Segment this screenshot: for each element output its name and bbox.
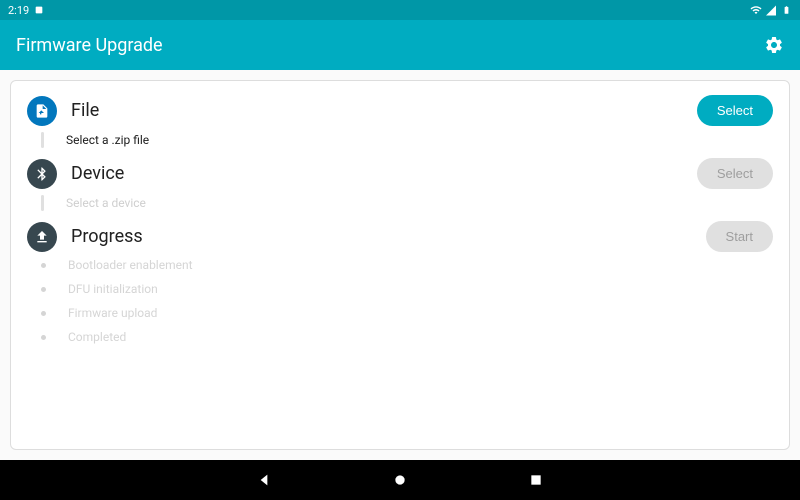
- back-button[interactable]: [256, 472, 272, 488]
- main-card: File Select Select a .zip file Device Se…: [10, 80, 790, 450]
- file-section: File Select Select a .zip file: [27, 95, 773, 148]
- app-bar: Firmware Upgrade: [0, 20, 800, 70]
- upload-icon: [27, 222, 57, 252]
- step-dot-icon: [41, 287, 46, 292]
- progress-title: Progress: [71, 226, 143, 247]
- step-dot-icon: [41, 335, 46, 340]
- status-time: 2:19: [8, 4, 29, 17]
- device-indicator-bar: [41, 195, 44, 211]
- progress-section: Progress Start Bootloader enablement DFU…: [27, 221, 773, 344]
- app-title: Firmware Upgrade: [16, 35, 163, 56]
- step-label: Bootloader enablement: [68, 258, 193, 272]
- step-label: Firmware upload: [68, 306, 157, 320]
- device-sub-text: Select a device: [66, 196, 146, 210]
- progress-step: DFU initialization: [41, 282, 773, 296]
- status-bar: 2:19: [0, 0, 800, 20]
- progress-step: Bootloader enablement: [41, 258, 773, 272]
- battery-icon: [780, 4, 792, 16]
- content-area: File Select Select a .zip file Device Se…: [0, 70, 800, 460]
- step-label: Completed: [68, 330, 126, 344]
- settings-icon[interactable]: [764, 35, 784, 55]
- file-sub-text: Select a .zip file: [66, 133, 149, 147]
- file-icon: [27, 96, 57, 126]
- recent-apps-button[interactable]: [528, 472, 544, 488]
- bluetooth-icon: [27, 159, 57, 189]
- progress-step: Firmware upload: [41, 306, 773, 320]
- start-button[interactable]: Start: [706, 221, 773, 252]
- step-label: DFU initialization: [68, 282, 158, 296]
- step-dot-icon: [41, 311, 46, 316]
- home-button[interactable]: [392, 472, 408, 488]
- wifi-icon: [750, 4, 762, 16]
- step-dot-icon: [41, 263, 46, 268]
- navigation-bar: [0, 460, 800, 500]
- device-section: Device Select Select a device: [27, 158, 773, 211]
- notification-icon: [33, 4, 45, 16]
- file-select-button[interactable]: Select: [697, 95, 773, 126]
- progress-step: Completed: [41, 330, 773, 344]
- device-select-button[interactable]: Select: [697, 158, 773, 189]
- file-indicator-bar: [41, 132, 44, 148]
- device-title: Device: [71, 163, 124, 184]
- file-title: File: [71, 100, 99, 121]
- signal-icon: [765, 4, 777, 16]
